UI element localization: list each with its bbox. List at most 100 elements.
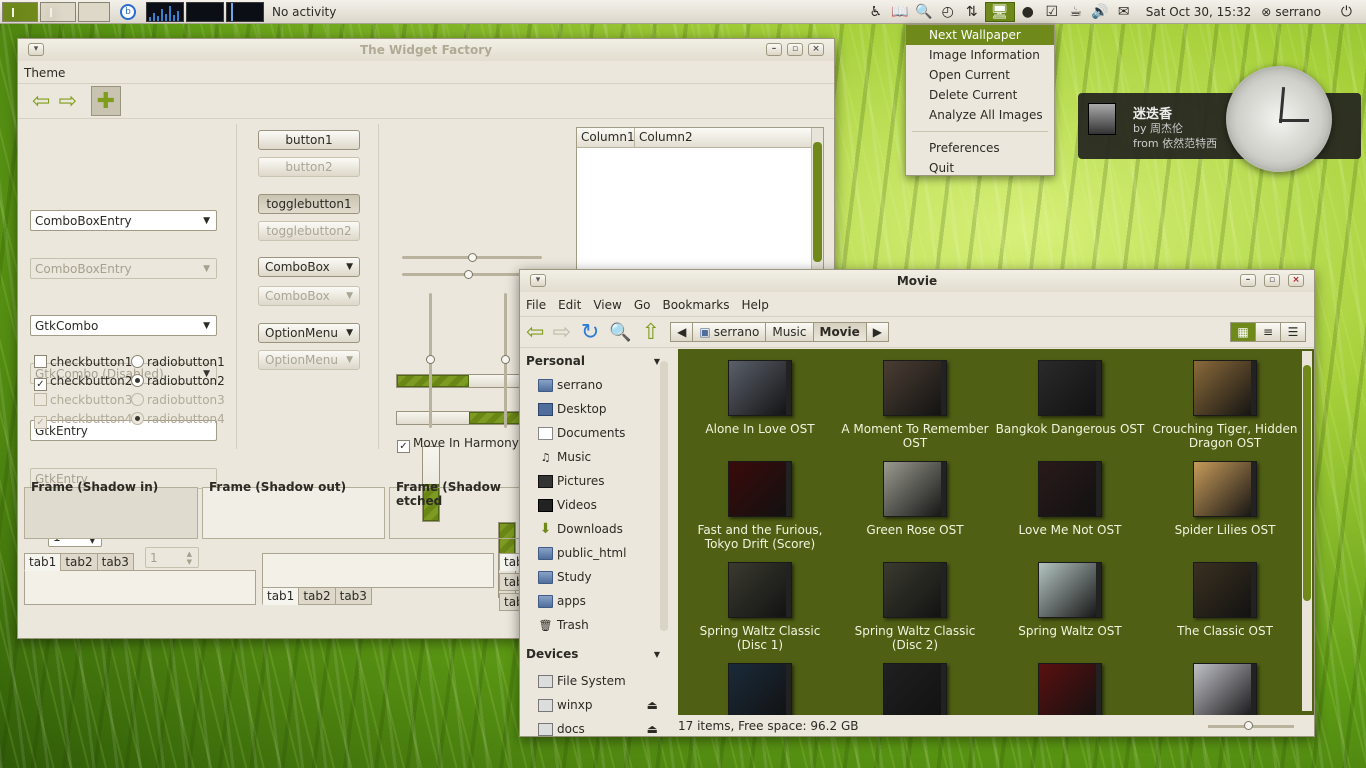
eject-icon[interactable]: ⏏ [647, 698, 658, 712]
column2-header[interactable]: Column2 [635, 128, 693, 147]
user-name[interactable]: serrano [1275, 5, 1321, 19]
sidebar-winxp[interactable]: winxp ⏏ [520, 693, 676, 717]
album-folder[interactable] [1150, 663, 1300, 715]
album-folder[interactable] [685, 663, 835, 715]
sidebar-serrano[interactable]: serrano [520, 373, 676, 397]
tree-scrollbar[interactable] [811, 128, 823, 271]
album-folder[interactable]: Love Me Not OST [995, 461, 1145, 537]
vscale-1-knob[interactable] [426, 355, 435, 364]
close-button[interactable]: × [1288, 274, 1304, 287]
widget-factory-titlebar[interactable]: ▾ The Widget Factory – ▫ × [18, 39, 834, 61]
maximize-button[interactable]: ▫ [1264, 274, 1280, 287]
checkbutton2[interactable]: ✓ checkbutton2 [34, 374, 132, 391]
sidebar-public-html[interactable]: public_html [520, 541, 676, 565]
tab1-bottom[interactable]: tab1 [262, 587, 300, 605]
wallpaper-icon[interactable]: 🖥 [984, 1, 1015, 22]
file-icon-view[interactable]: Alone In Love OST A Moment To Remember OS… [678, 349, 1314, 715]
devices-header[interactable]: Devices ▼ [520, 639, 676, 669]
back-icon[interactable]: ⇦ [526, 320, 544, 345]
up-icon[interactable]: ⇧ [642, 320, 660, 345]
icon-view-button[interactable]: ▦ [1230, 322, 1256, 342]
album-folder[interactable] [995, 663, 1145, 715]
menu-image-information[interactable]: Image Information [906, 45, 1054, 65]
file-manager-titlebar[interactable]: ▾ Movie – ▫ × [520, 270, 1314, 292]
menu-file[interactable]: File [526, 298, 546, 312]
album-folder[interactable]: Spring Waltz Classic (Disc 2) [840, 562, 990, 652]
breadcrumb-movie[interactable]: Movie [812, 322, 867, 342]
tab3-bottom[interactable]: tab3 [334, 587, 372, 605]
icon-view-scrollbar[interactable] [1302, 351, 1312, 711]
menu-go[interactable]: Go [634, 298, 651, 312]
menu-edit[interactable]: Edit [558, 298, 581, 312]
dictionary-icon[interactable]: 📖 [889, 2, 911, 22]
datetime[interactable]: Sat Oct 30, 15:32 [1146, 5, 1252, 19]
hscale-2-knob[interactable] [464, 270, 473, 279]
menu-delete-current[interactable]: Delete Current [906, 85, 1054, 105]
move-in-harmony-check[interactable]: ✓ Move In Harmony [397, 436, 519, 453]
album-folder[interactable]: A Moment To Remember OST [840, 360, 990, 450]
menu-view[interactable]: View [593, 298, 621, 312]
breadcrumb-right-arrow[interactable]: ▶ [865, 322, 889, 342]
volume-icon[interactable]: 🔊 [1089, 2, 1111, 22]
power-icon[interactable]: ⏻ [1341, 4, 1352, 20]
breadcrumb-left-arrow[interactable]: ◀ [670, 322, 694, 342]
add-icon[interactable]: ✚ [90, 86, 121, 116]
album-folder[interactable]: Crouching Tiger, Hidden Dragon OST [1150, 360, 1300, 450]
combobox-entry[interactable]: ComboBoxEntry ▼ [30, 210, 217, 231]
gtkcombo[interactable]: GtkCombo ▼ [30, 315, 217, 336]
togglebutton1[interactable]: togglebutton1 [258, 194, 360, 214]
reload-icon[interactable]: ↻ [581, 320, 599, 345]
tab2-bottom[interactable]: tab2 [298, 587, 336, 605]
forward-arrow-icon[interactable]: ⇨ [58, 89, 76, 114]
sidebar-docs[interactable]: docs ⏏ [520, 717, 676, 741]
sidebar-documents[interactable]: Documents [520, 421, 676, 445]
search-icon[interactable]: 🔍 [913, 2, 935, 22]
radiobutton1[interactable]: radiobutton1 [131, 355, 225, 369]
album-folder[interactable]: Bangkok Dangerous OST [995, 360, 1145, 436]
workspace-3[interactable] [78, 1, 110, 22]
hscale-1-knob[interactable] [468, 253, 477, 262]
breadcrumb-serrano[interactable]: ▣ serrano [692, 322, 767, 342]
menu-theme[interactable]: Theme [24, 66, 65, 80]
network-icon[interactable]: ⇅ [961, 2, 983, 22]
app-launcher-icon[interactable]: b [112, 2, 144, 22]
minimize-button[interactable]: – [1240, 274, 1256, 287]
album-folder[interactable]: Green Rose OST [840, 461, 990, 537]
sidebar-videos[interactable]: Videos [520, 493, 676, 517]
search-icon[interactable]: 🔍 [609, 322, 631, 343]
eject-icon[interactable]: ⏏ [647, 722, 658, 736]
close-button[interactable]: × [808, 43, 824, 56]
button1[interactable]: button1 [258, 130, 360, 150]
combobox[interactable]: ComboBox ▼ [258, 257, 360, 277]
album-folder[interactable]: Spring Waltz OST [995, 562, 1145, 638]
menu-analyze-all-images[interactable]: Analyze All Images [906, 105, 1054, 125]
sidebar-filesystem[interactable]: File System [520, 669, 676, 693]
sidebar-downloads[interactable]: ⬇ Downloads [520, 517, 676, 541]
menu-bookmarks[interactable]: Bookmarks [662, 298, 729, 312]
coffee-icon[interactable]: ☕ [1065, 2, 1087, 22]
clock-applet-icon[interactable]: ◴ [937, 2, 959, 22]
workspace-2[interactable] [40, 1, 76, 22]
tasks-icon[interactable]: ☑ [1041, 2, 1063, 22]
radiobutton2[interactable]: radiobutton2 [131, 374, 225, 388]
album-folder[interactable]: Fast and the Furious, Tokyo Drift (Score… [685, 461, 835, 551]
window-menu-icon[interactable]: ▾ [28, 43, 44, 56]
sidebar-apps[interactable]: apps [520, 589, 676, 613]
tab2[interactable]: tab2 [60, 553, 98, 571]
breadcrumb-music[interactable]: Music [765, 322, 814, 342]
back-arrow-icon[interactable]: ⇦ [32, 89, 50, 114]
menu-open-current[interactable]: Open Current [906, 65, 1054, 85]
tree-view[interactable]: Column1 Column2 [576, 127, 824, 272]
sidebar-desktop[interactable]: Desktop [520, 397, 676, 421]
album-folder[interactable] [840, 663, 990, 715]
sidebar-scrollbar[interactable] [660, 361, 668, 631]
album-folder[interactable]: The Classic OST [1150, 562, 1300, 638]
mail-icon[interactable]: ✉ [1113, 2, 1135, 22]
personal-header[interactable]: Personal ▼ [520, 349, 676, 373]
column1-header[interactable]: Column1 [577, 128, 635, 147]
sidebar-music[interactable]: ♫ Music [520, 445, 676, 469]
accessibility-icon[interactable]: ♿ [865, 2, 887, 22]
menu-quit[interactable]: Quit [906, 158, 1054, 178]
album-folder[interactable]: Spider Lilies OST [1150, 461, 1300, 537]
checkbutton1[interactable]: checkbutton1 [34, 355, 132, 369]
